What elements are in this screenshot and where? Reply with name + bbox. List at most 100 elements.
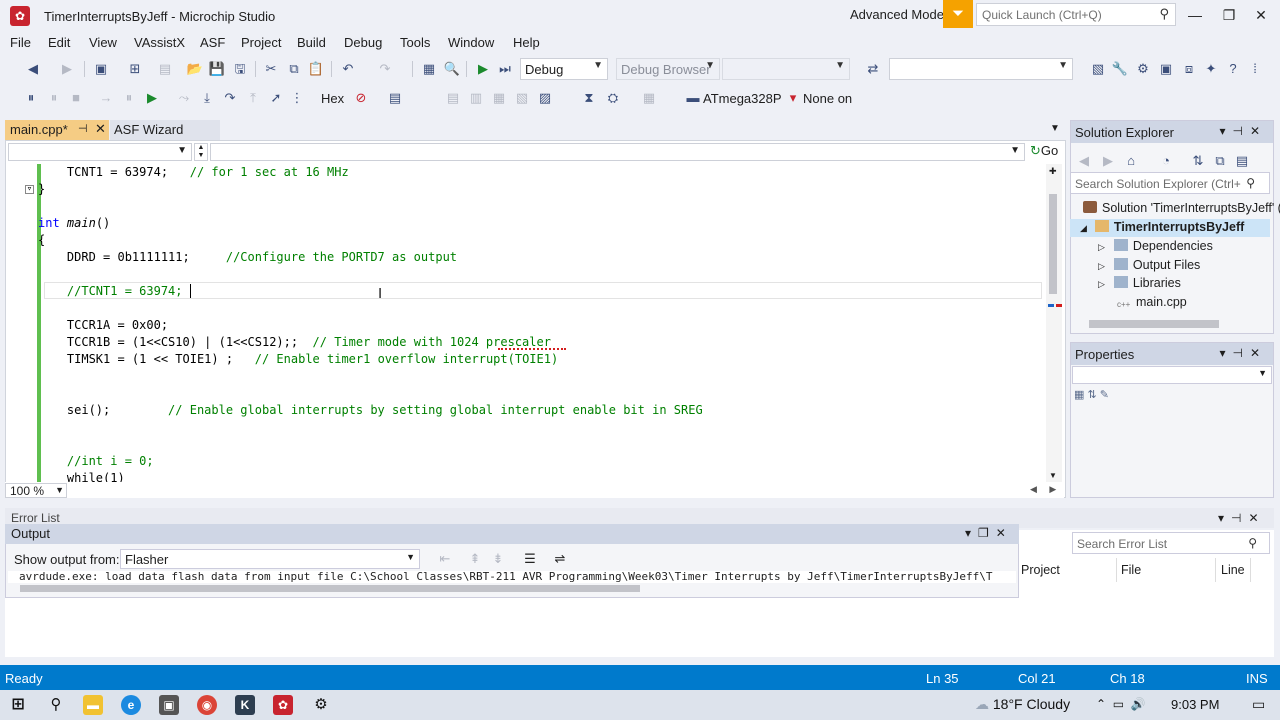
word-wrap-icon[interactable]: ⇌ <box>551 550 569 568</box>
device-name[interactable]: ATmega328P <box>703 91 782 106</box>
scope-spinner[interactable]: ▲ ▼ <box>194 143 208 161</box>
solution-search-input[interactable]: Search Solution Explorer (Ctrl+ ⚲ <box>1070 172 1270 194</box>
panel-controls-icon[interactable]: ▾⊣✕ <box>1218 511 1266 525</box>
chip-icon[interactable]: ⛭ <box>604 89 622 107</box>
column-line[interactable]: Line <box>1221 563 1245 577</box>
go-button[interactable]: ↻Go <box>1030 143 1062 161</box>
extra-icon[interactable]: ▦ <box>640 89 658 107</box>
start-debugging-icon[interactable]: ▶ <box>474 60 492 78</box>
tree-item-main-cpp[interactable]: c++ main.cpp <box>1117 295 1187 312</box>
find-icon[interactable]: 🔍 <box>443 60 461 78</box>
error-list-search-input[interactable]: Search Error List ⚲ <box>1072 532 1270 554</box>
microchip-studio-taskbar-icon[interactable]: ✿ <box>273 695 293 715</box>
close-tab-icon[interactable]: ✕ <box>95 121 106 137</box>
tray-icons[interactable]: ⌃ ▭ 🔊 <box>1096 697 1146 711</box>
scroll-arrows-icon[interactable]: ◀ ▶ <box>1030 484 1056 495</box>
solution-horizontal-scrollbar[interactable] <box>1075 318 1271 330</box>
tree-item-libraries[interactable]: ▷ Libraries <box>1098 276 1181 290</box>
menu-project[interactable]: Project <box>241 35 281 50</box>
continue-icon[interactable]: ▶ <box>143 89 161 107</box>
store-icon[interactable]: ▣ <box>159 695 179 715</box>
device-programming-icon[interactable]: ▧ <box>1089 60 1107 78</box>
memory-icon[interactable]: ▤ <box>444 89 462 107</box>
processor-status-icon[interactable]: ▨ <box>536 89 554 107</box>
redo-icon[interactable]: ↷ <box>376 60 394 78</box>
chrome-icon[interactable]: ◉ <box>197 695 217 715</box>
maximize-button[interactable]: ❐ <box>1214 4 1244 26</box>
disable-breakpoints-icon[interactable]: ⊘ <box>352 89 370 107</box>
quick-launch-input[interactable]: Quick Launch (Ctrl+Q) ⚲ <box>976 3 1176 26</box>
platform-select[interactable]: ▼ <box>722 58 850 80</box>
tools-icon[interactable]: 🔧 <box>1111 60 1129 78</box>
windows-icon[interactable]: ▤ <box>386 89 404 107</box>
step-out-icon[interactable]: ⤒ <box>244 89 262 107</box>
stop-icon[interactable]: ■ <box>67 89 85 107</box>
expand-icon[interactable]: ▷ <box>1098 279 1105 289</box>
menu-debug[interactable]: Debug <box>344 35 382 50</box>
code-text-area[interactable]: ▿ TCNT1 = 63974; // for 1 sec at 16 MHz … <box>8 164 1044 482</box>
history-icon[interactable]: ◔ <box>1157 152 1175 170</box>
filter-icon[interactable]: ⏷ <box>943 0 973 28</box>
show-next-icon[interactable]: → <box>97 89 115 107</box>
file-explorer-icon[interactable]: ▬ <box>83 695 103 715</box>
notifications-icon[interactable]: ▭ <box>1252 696 1265 713</box>
device-pack-icon[interactable]: ▣ <box>1157 60 1175 78</box>
scope-dropdown[interactable]: ▼ <box>8 143 192 161</box>
undo-icon[interactable]: ↶ <box>339 60 357 78</box>
new-file-icon[interactable]: ▤ <box>156 60 174 78</box>
edge-icon[interactable]: e <box>121 695 141 715</box>
tool-icon[interactable]: ▾ <box>784 89 802 107</box>
expand-icon[interactable]: ▷ <box>1098 242 1105 252</box>
add-item-icon[interactable]: ⊞ <box>126 60 144 78</box>
copy-icon[interactable]: ⧉ <box>285 60 303 78</box>
collapse-all-icon[interactable]: ⧉ <box>1211 152 1229 170</box>
home-icon[interactable]: ⌂ <box>1122 152 1140 170</box>
new-project-icon[interactable]: ▣ <box>92 60 110 78</box>
back-icon[interactable]: ◀ <box>1075 152 1093 170</box>
paste-icon[interactable]: 📋 <box>307 60 325 78</box>
help-icon[interactable]: ? <box>1224 60 1242 78</box>
menu-window[interactable]: Window <box>448 35 494 50</box>
column-project[interactable]: Project <box>1021 563 1060 577</box>
tab-main-cpp[interactable]: main.cpp* ⊣ ✕ <box>5 120 109 140</box>
editor-horizontal-scrollbar[interactable] <box>5 482 1064 498</box>
column-file[interactable]: File <box>1121 563 1141 577</box>
panel-controls-icon[interactable]: ▾❐✕ <box>965 526 1013 540</box>
find-combo[interactable]: ▼ <box>889 58 1073 80</box>
app-k-icon[interactable]: K <box>235 695 255 715</box>
clock[interactable]: 9:03 PM <box>1171 697 1219 712</box>
symbol-dropdown[interactable]: ▼ <box>210 143 1025 161</box>
customize-icon[interactable]: ⁞ <box>1246 60 1264 78</box>
project-node[interactable]: ◢ TimerInterruptsByJeff <box>1080 220 1244 234</box>
reset-icon[interactable]: ⋮ <box>288 89 306 107</box>
output-source-select[interactable]: Flasher ▼ <box>120 549 420 569</box>
menu-asf[interactable]: ASF <box>200 35 225 50</box>
configuration-select[interactable]: Debug ▼ <box>520 58 608 80</box>
forward-icon[interactable]: ▶ <box>1099 152 1117 170</box>
find-in-files-icon[interactable]: ▦ <box>420 60 438 78</box>
zoom-select[interactable]: 100 % ▼ <box>5 483 67 498</box>
run-to-cursor-icon[interactable]: ➚ <box>267 89 285 107</box>
microchip-studio-icon[interactable]: ✿ <box>10 6 30 26</box>
open-icon[interactable]: 📂 <box>186 60 204 78</box>
output-text[interactable]: avrdude.exe: load data flash data from i… <box>8 571 1016 583</box>
search-icon[interactable]: ⚲ <box>46 695 66 715</box>
scroll-thumb[interactable] <box>1049 194 1057 294</box>
weather-widget[interactable]: ☁ 18°F Cloudy <box>975 696 1070 713</box>
step-into-icon[interactable]: ⤓ <box>198 89 216 107</box>
program-device-icon[interactable]: ⧗ <box>580 89 598 107</box>
menu-help[interactable]: Help <box>513 35 540 50</box>
extensions-icon[interactable]: ⧈ <box>1180 60 1198 78</box>
pause-icon[interactable]: ⏸ <box>45 89 63 107</box>
split-icon[interactable]: ✚ <box>1049 166 1057 177</box>
expand-icon[interactable]: ▷ <box>1098 261 1105 271</box>
menu-tools[interactable]: Tools <box>400 35 430 50</box>
menu-file[interactable]: File <box>10 35 31 50</box>
options-icon[interactable]: ⚙ <box>1134 60 1152 78</box>
tree-item-output-files[interactable]: ▷ Output Files <box>1098 258 1200 272</box>
break-all-icon[interactable]: ⏸ <box>22 89 40 107</box>
collapse-icon[interactable]: ▿ <box>25 185 34 194</box>
navigate-icon[interactable]: ⇄ <box>864 60 882 78</box>
close-button[interactable]: ✕ <box>1246 4 1276 26</box>
properties-toolbar-icon[interactable]: ▦ ⇅ ✎ <box>1074 388 1109 401</box>
